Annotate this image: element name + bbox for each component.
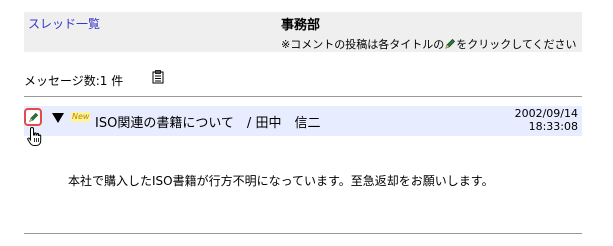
instruction-text-before: ※コメントの投稿は各タイトルの: [281, 38, 445, 51]
department-title: 事務部: [281, 18, 321, 33]
thread-row: New ISO関連の書籍について / 田中 信二 2002/09/14 18:3…: [24, 106, 582, 136]
instruction-text-after: をクリックしてください: [456, 38, 577, 51]
thread-list-link[interactable]: スレッド一覧: [28, 15, 100, 32]
divider-bottom: [24, 233, 582, 234]
thread-time: 18:33:08: [528, 120, 578, 133]
new-badge: New: [71, 112, 91, 122]
clipboard-icon[interactable]: [152, 69, 164, 84]
pencil-icon: [29, 112, 39, 122]
bbs-page: スレッド一覧 事務部 ※コメントの投稿は各タイトルの をクリックしてください メッ…: [0, 0, 613, 246]
hand-pointer-icon: [26, 126, 46, 148]
thread-timestamp: 2002/09/14 18:33:08: [515, 107, 578, 133]
message-body: 本社で購入したISO書籍が行方不明になっています。至急返却をお願いします。: [68, 174, 494, 188]
header-bar: スレッド一覧 事務部 ※コメントの投稿は各タイトルの をクリックしてください: [24, 12, 582, 52]
posting-instruction: ※コメントの投稿は各タイトルの をクリックしてください: [281, 36, 577, 52]
pencil-icon: [444, 38, 456, 50]
message-count: メッセージ数:1 件: [24, 74, 124, 88]
edit-comment-button[interactable]: [24, 108, 42, 126]
thread-date: 2002/09/14: [514, 107, 578, 120]
triangle-down-icon[interactable]: [52, 113, 64, 123]
divider-top: [24, 96, 582, 97]
thread-title[interactable]: ISO関連の書籍について / 田中 信二: [95, 112, 320, 131]
